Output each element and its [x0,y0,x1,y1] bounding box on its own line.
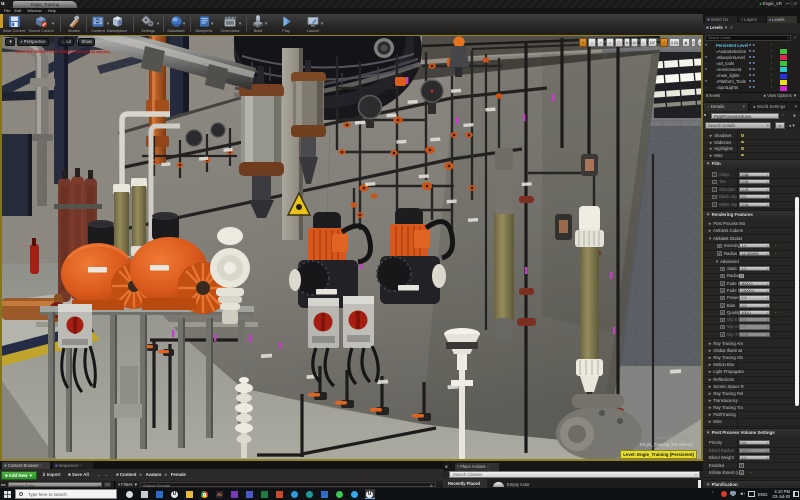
svg-text:M: M [119,21,123,27]
